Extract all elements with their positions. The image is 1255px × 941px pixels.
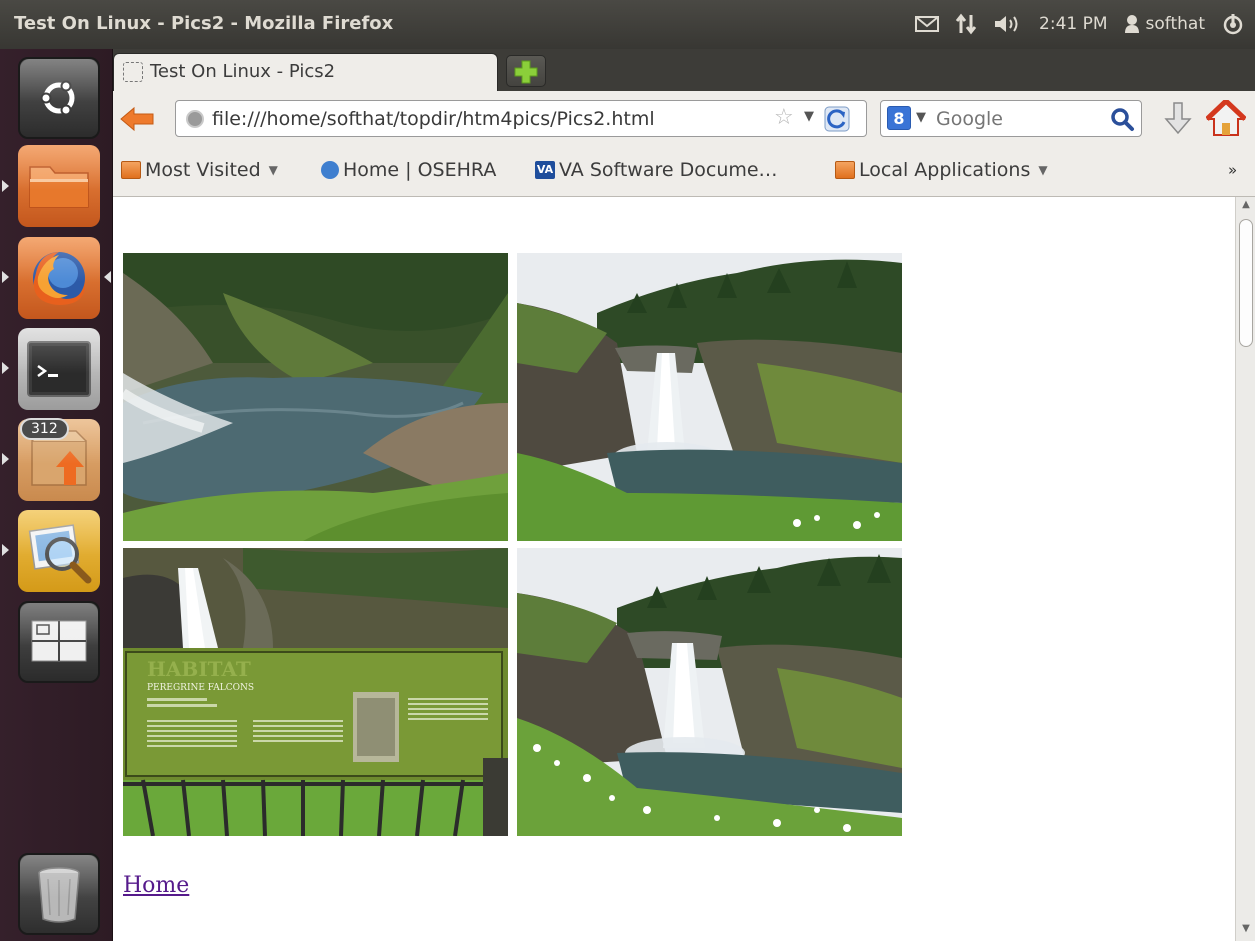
clock[interactable]: 2:41 PM [1039,14,1108,34]
bookmark-most-visited[interactable]: Most Visited ▼ [121,159,278,181]
bookmark-label: Most Visited [145,159,261,181]
ubuntu-logo-icon [40,80,75,116]
search-icon[interactable] [1109,106,1135,132]
launcher-firefox-button[interactable] [18,237,100,319]
running-indicator [2,271,9,283]
running-indicator [2,362,9,374]
launcher-image-viewer-button[interactable] [18,510,100,592]
bookmark-label: Local Applications [859,159,1031,181]
bookmarks-overflow-button[interactable]: » [1228,161,1237,179]
update-count-badge: 312 [20,418,69,440]
download-icon[interactable] [1162,101,1194,137]
google-engine-icon[interactable]: 8 [887,106,911,130]
search-engine-dropdown-icon[interactable]: ▼ [916,110,926,125]
back-arrow-icon [120,106,154,132]
folder-icon [121,161,141,179]
tab-active[interactable]: Test On Linux - Pics2 [113,53,498,91]
url-history-dropdown-icon[interactable]: ▼ [804,109,814,124]
scroll-up-arrow-icon[interactable]: ▲ [1239,199,1253,213]
top-panel: Test On Linux - Pics2 - Mozilla Firefox … [0,0,1255,49]
scroll-thumb[interactable] [1239,219,1253,347]
mail-icon[interactable] [915,15,940,33]
workspace-switcher-icon [31,620,87,662]
osehra-site-icon [321,161,339,179]
image-viewer-icon [28,524,92,584]
home-icon[interactable] [1206,100,1246,138]
unity-launcher: 312 [0,49,113,941]
bookmark-star-icon[interactable]: ☆ [774,105,794,130]
bookmark-osehra[interactable]: Home | OSEHRA [321,159,496,181]
chevron-down-icon: ▼ [1038,163,1048,177]
power-icon[interactable] [1221,12,1245,36]
folder-icon [835,161,855,179]
new-tab-button[interactable] [506,55,546,87]
user-name: softhat [1145,14,1205,34]
search-bar[interactable]: 8 ▼ [880,100,1142,137]
running-indicator [2,544,9,556]
navigation-toolbar: file:///home/softhat/topdir/htm4pics/Pic… [113,91,1255,147]
va-site-icon: VA [535,161,555,179]
sign-heading: HABITAT [147,657,251,681]
launcher-terminal-button[interactable] [18,328,100,410]
launcher-workspaces-button[interactable] [18,601,100,683]
trash-icon [38,867,80,923]
url-text[interactable]: file:///home/softhat/topdir/htm4pics/Pic… [212,108,655,130]
page-viewport: HABITAT PEREGRINE FALCONS Home [113,197,1235,941]
volume-icon[interactable] [993,13,1023,35]
indicator-area: 2:41 PM softhat [915,10,1245,38]
launcher-dash-button[interactable] [18,57,100,139]
running-indicator [2,453,9,465]
network-icon[interactable] [955,13,977,35]
active-indicator [104,271,111,283]
bookmark-label: VA Software Docume… [559,159,778,181]
chevron-down-icon: ▼ [268,163,278,177]
bookmark-label: Home | OSEHRA [343,159,497,181]
waterfall-photo[interactable] [517,253,902,541]
scroll-down-arrow-icon[interactable]: ▼ [1239,923,1253,937]
waterfall-photo-2[interactable] [517,548,902,836]
launcher-trash-button[interactable] [18,853,100,935]
terminal-icon [27,341,91,397]
user-menu[interactable]: softhat [1124,14,1205,34]
launcher-files-button[interactable] [18,145,100,227]
home-link[interactable]: Home [123,873,189,898]
reload-icon[interactable] [824,106,850,132]
river-pool-photo[interactable] [123,253,508,541]
bookmark-local-applications[interactable]: Local Applications ▼ [835,159,1048,181]
sign-subheading: PEREGRINE FALCONS [147,683,254,693]
firefox-icon [33,252,86,305]
bookmarks-toolbar: Most Visited ▼ Home | OSEHRA VA VA Softw… [113,147,1255,197]
globe-icon [186,110,204,128]
tab-bar: Test On Linux - Pics2 [113,49,1255,91]
tab-title: Test On Linux - Pics2 [150,61,336,82]
vertical-scrollbar[interactable]: ▲ ▼ [1235,197,1255,941]
blank-page-icon [123,62,143,82]
back-button[interactable] [119,105,155,133]
user-icon [1124,14,1140,34]
url-bar[interactable]: file:///home/softhat/topdir/htm4pics/Pic… [175,100,867,137]
habitat-sign-photo[interactable]: HABITAT PEREGRINE FALCONS [123,548,508,836]
window-title: Test On Linux - Pics2 - Mozilla Firefox [14,13,394,34]
folder-icon [29,166,89,208]
bookmark-va-software[interactable]: VA VA Software Docume… [535,159,778,181]
search-input[interactable] [936,104,1096,133]
plus-icon [514,60,538,84]
running-indicator [2,180,9,192]
